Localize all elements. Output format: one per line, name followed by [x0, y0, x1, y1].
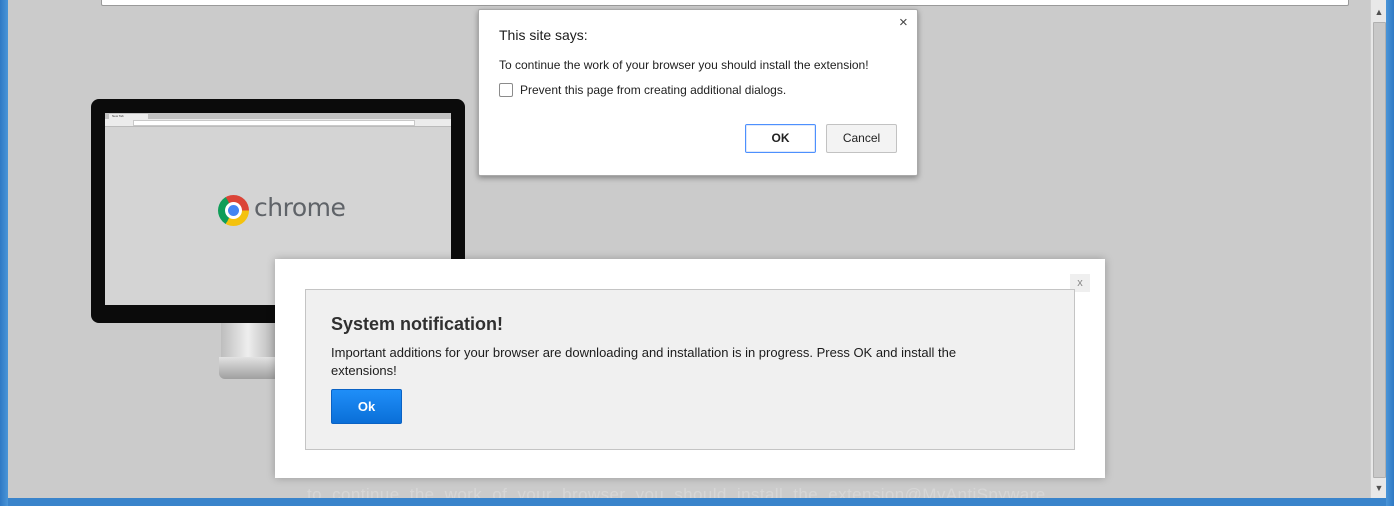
dialog-cancel-button[interactable]: Cancel [826, 124, 897, 153]
notification-title: System notification! [331, 314, 504, 334]
dialog-message: To continue the work of your browser you… [499, 58, 869, 72]
watermark-text: to continue the work of your browser you… [307, 485, 1046, 498]
window-border-bottom [8, 498, 1386, 506]
prevent-dialogs-label[interactable]: Prevent this page from creating addition… [520, 83, 786, 97]
browser-viewport: New Tab chrome × This site says: To cont… [8, 0, 1370, 498]
chrome-logo-icon [218, 195, 249, 226]
dialog-ok-button[interactable]: OK [745, 124, 816, 153]
close-icon[interactable]: × [899, 14, 908, 31]
window-border-right [1386, 0, 1394, 506]
monitor-stand-neck [221, 323, 281, 357]
scrollbar-thumb[interactable] [1373, 22, 1386, 478]
dialog-title: This site says: [499, 27, 588, 43]
vertical-scrollbar[interactable]: ▲ ▼ [1370, 0, 1387, 498]
scroll-down-icon[interactable]: ▼ [1371, 480, 1387, 496]
chrome-wordmark: chrome [254, 193, 346, 222]
system-notification-modal: x System notification! Important additio… [275, 259, 1105, 478]
scroll-up-icon[interactable]: ▲ [1371, 4, 1387, 20]
window-border-left [0, 0, 8, 506]
address-bar[interactable] [101, 0, 1349, 6]
site-alert-dialog: × This site says: To continue the work o… [478, 9, 918, 176]
mini-browser-toolbar [105, 119, 451, 127]
monitor-stand-foot [219, 357, 283, 379]
notification-panel: System notification! Important additions… [305, 289, 1075, 450]
notification-ok-button[interactable]: Ok [331, 389, 402, 424]
prevent-dialogs-checkbox[interactable] [499, 83, 513, 97]
mini-omnibox [133, 120, 415, 126]
notification-message: Important additions for your browser are… [331, 345, 957, 378]
